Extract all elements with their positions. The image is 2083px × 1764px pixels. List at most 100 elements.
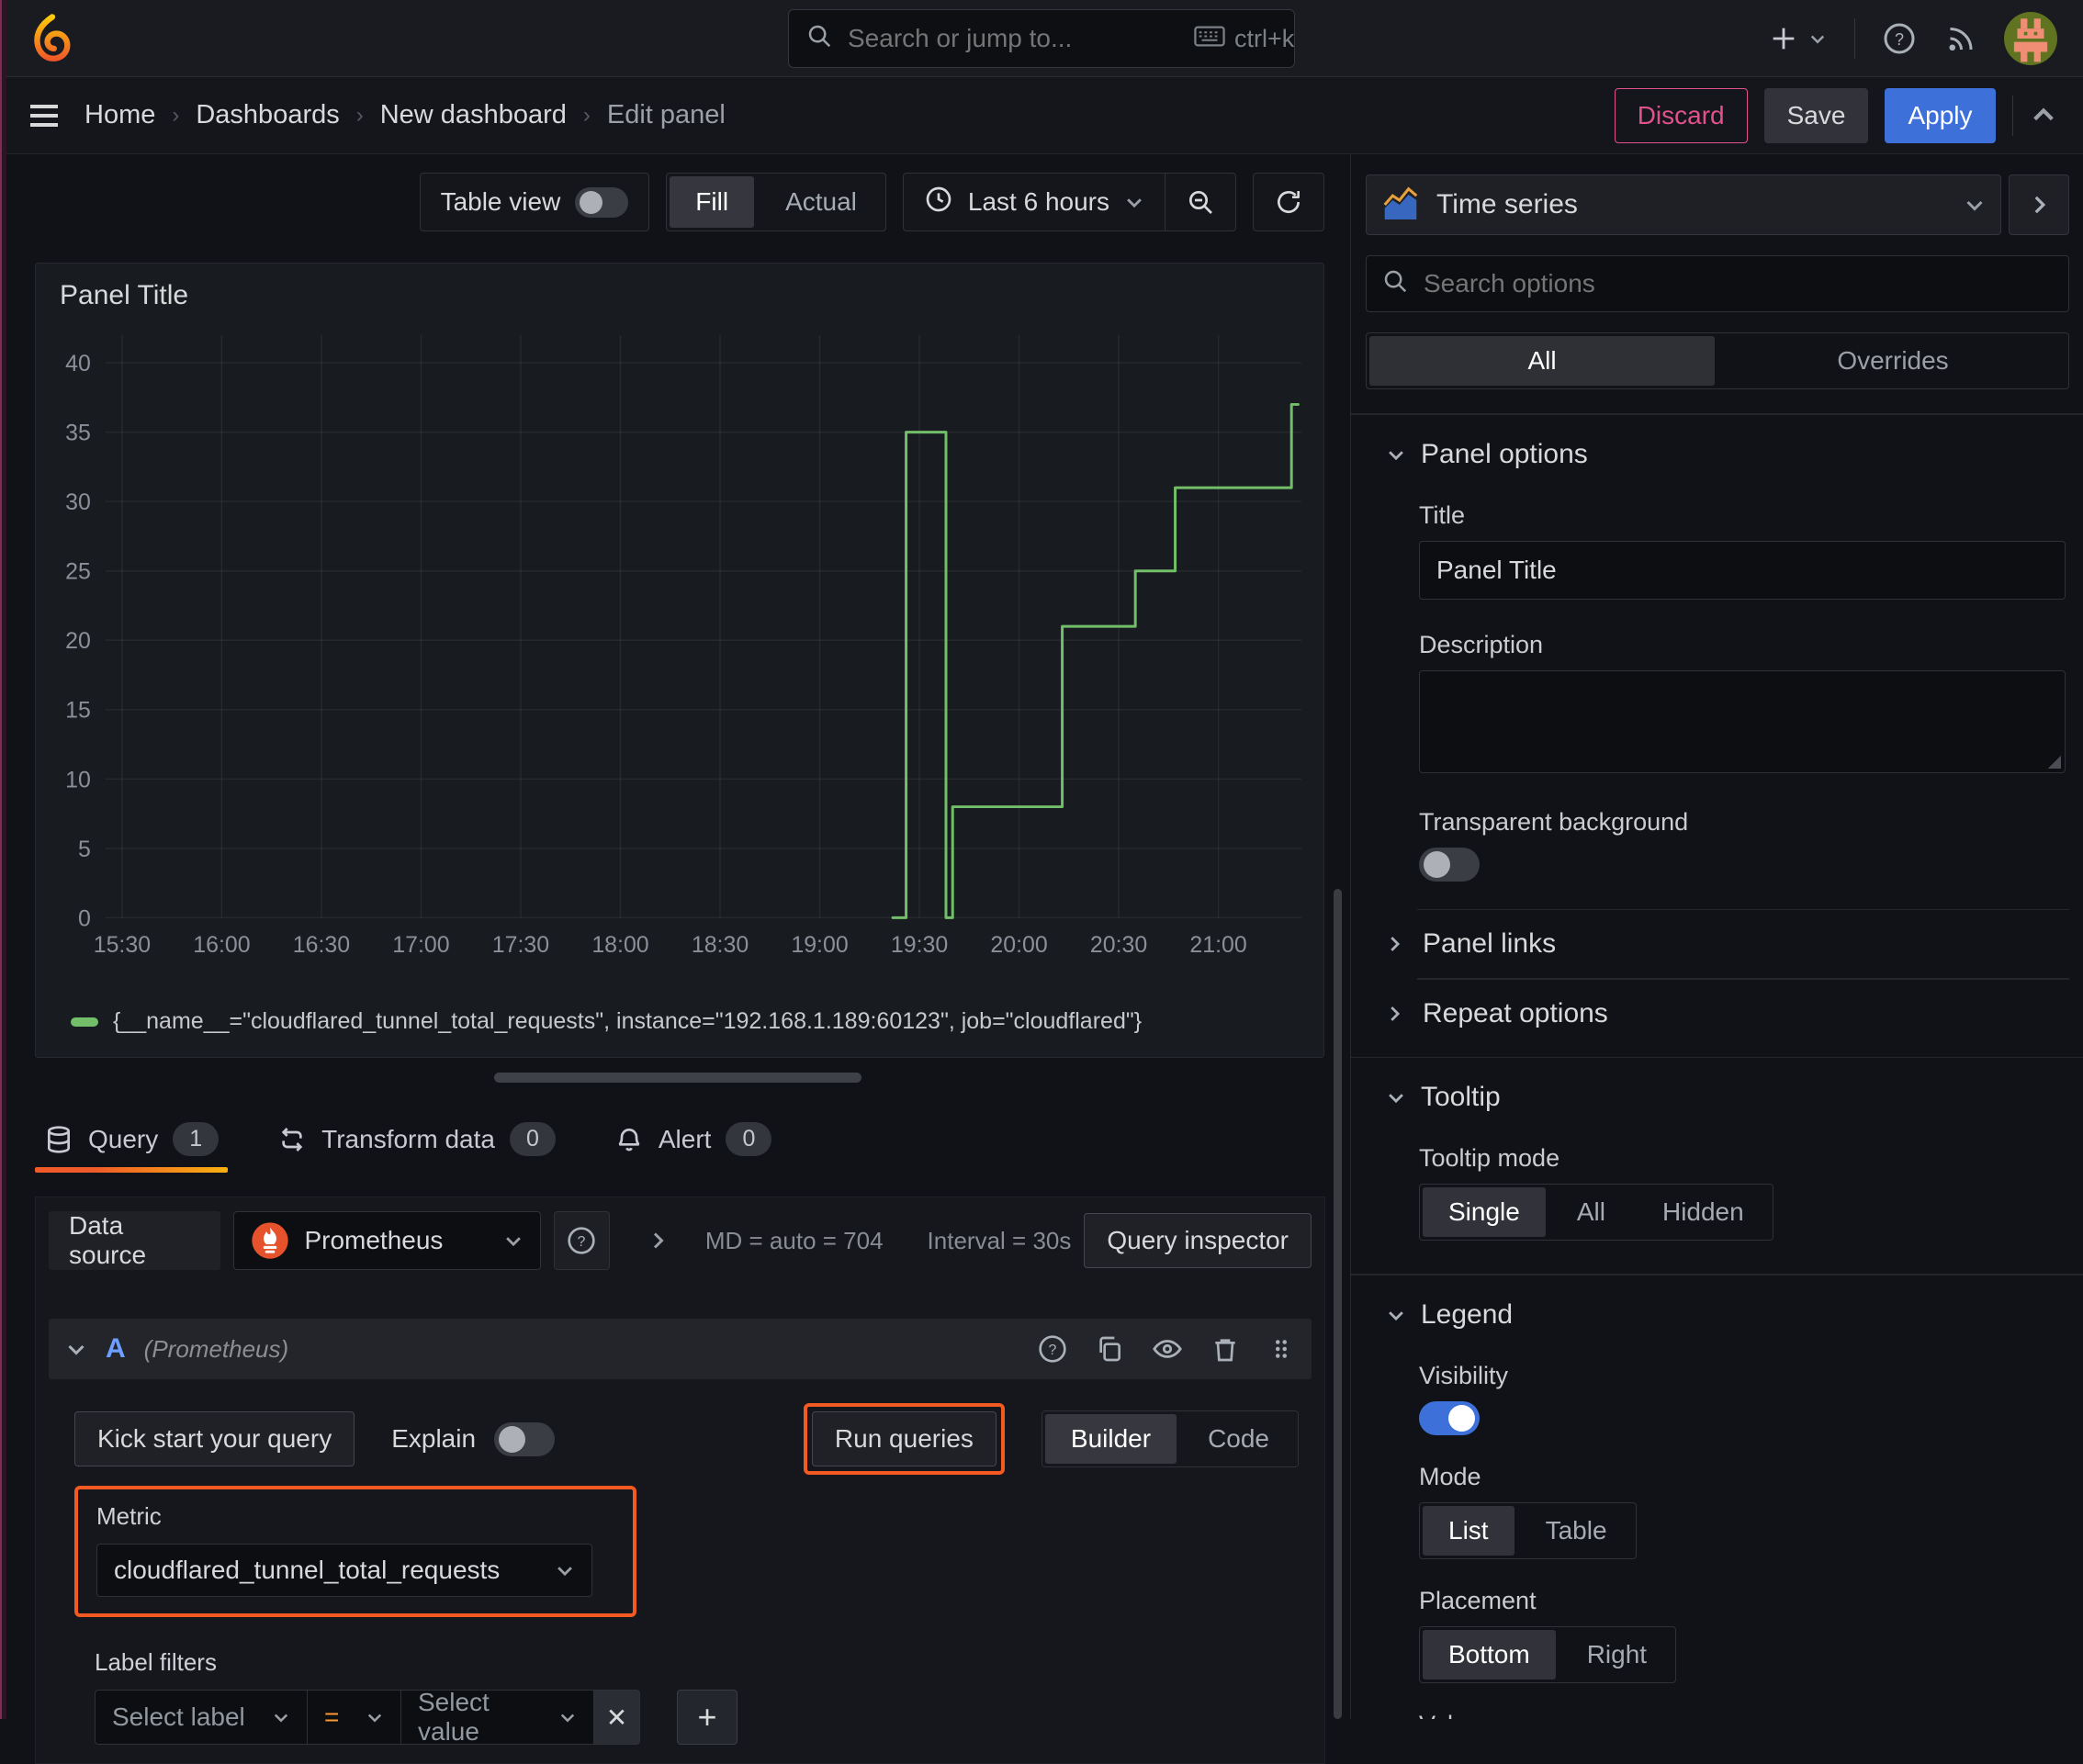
breadcrumb: Home › Dashboards › New dashboard › Edit…	[84, 100, 726, 130]
query-row-header[interactable]: A (Prometheus) ?	[49, 1319, 1312, 1379]
query-inspector-button[interactable]: Query inspector	[1084, 1213, 1312, 1268]
refresh-icon	[1278, 191, 1300, 213]
options-search[interactable]	[1366, 255, 2069, 312]
tooltip-all-option[interactable]: All	[1551, 1187, 1631, 1237]
legend-heading[interactable]: Legend	[1386, 1299, 2066, 1331]
tooltip-title: Tooltip	[1421, 1082, 1501, 1112]
svg-text:0: 0	[78, 906, 91, 931]
svg-text:?: ?	[1049, 1343, 1057, 1358]
chevron-up-icon[interactable]	[2030, 102, 2057, 129]
viz-suggestions-button[interactable]	[2009, 174, 2069, 235]
datasource-help-button[interactable]: ?	[553, 1211, 610, 1270]
hide-query-icon[interactable]	[1152, 1333, 1183, 1365]
legend-series-label[interactable]: {__name__="cloudflared_tunnel_total_requ…	[113, 1008, 1142, 1035]
time-series-chart[interactable]: 0 5 10 15 20 25 30 35 40 15:30 16:00 16:30 17:00 17:3…	[49, 324, 1312, 961]
panel-title-input[interactable]	[1419, 540, 2066, 600]
builder-option[interactable]: Builder	[1044, 1414, 1177, 1464]
repeat-options-section[interactable]: Repeat options	[1366, 980, 2069, 1048]
news-rss-icon[interactable]	[1943, 22, 1976, 55]
kick-start-button[interactable]: Kick start your query	[74, 1411, 355, 1466]
legend-bottom-option[interactable]: Bottom	[1423, 1629, 1556, 1680]
query-editor: Data source Prometheus ? MD = auto = 704…	[35, 1197, 1325, 1764]
tooltip-heading[interactable]: Tooltip	[1386, 1082, 2066, 1113]
search-input[interactable]	[846, 23, 1181, 54]
svg-text:30: 30	[65, 490, 91, 515]
time-range-picker[interactable]: Last 6 hours	[904, 174, 1165, 230]
legend-list-option[interactable]: List	[1423, 1505, 1514, 1556]
avatar[interactable]	[2004, 11, 2057, 65]
tab-alert[interactable]: Alert 0	[605, 1122, 781, 1173]
query-options-chevron-icon[interactable]	[647, 1230, 669, 1252]
metric-select[interactable]: cloudflared_tunnel_total_requests	[96, 1544, 592, 1597]
svg-text:16:30: 16:30	[293, 933, 350, 958]
collapse-chevron-icon[interactable]	[65, 1338, 87, 1360]
zoom-out-button[interactable]	[1165, 174, 1235, 230]
chevron-right-icon	[1391, 1006, 1401, 1021]
breadcrumb-home[interactable]: Home	[84, 100, 155, 130]
visualization-picker[interactable]: Time series	[1366, 174, 2001, 235]
code-option[interactable]: Code	[1182, 1414, 1295, 1464]
refresh-button[interactable]	[1254, 174, 1323, 230]
tab-query[interactable]: Query 1	[35, 1122, 229, 1173]
tooltip-single-option[interactable]: Single	[1423, 1187, 1546, 1237]
transparent-bg-toggle[interactable]	[1419, 847, 1480, 882]
fill-option[interactable]: Fill	[670, 176, 755, 228]
actions-divider	[2011, 95, 2013, 136]
chevron-down-icon	[1389, 1310, 1403, 1320]
run-queries-button[interactable]: Run queries	[811, 1411, 996, 1466]
legend-table-option[interactable]: Table	[1520, 1506, 1633, 1556]
chevron-down-icon	[560, 1713, 575, 1723]
new-menu-button[interactable]	[1768, 23, 1827, 54]
legend-series-marker	[71, 1017, 98, 1027]
chevron-down-icon	[557, 1567, 572, 1577]
panel-links-section[interactable]: Panel links	[1366, 910, 2069, 978]
chart-svg[interactable]: 0 5 10 15 20 25 30 35 40 15:30 16:00 16:30 17:00 17:3…	[49, 324, 1312, 961]
grafana-logo-icon[interactable]	[26, 12, 79, 65]
time-series-viz-icon	[1383, 186, 1418, 220]
delete-query-icon[interactable]	[1210, 1334, 1240, 1364]
duplicate-query-icon[interactable]	[1095, 1334, 1124, 1364]
description-textarea[interactable]	[1419, 669, 2066, 773]
drag-handle-icon[interactable]	[1267, 1335, 1295, 1363]
tab-transform[interactable]: Transform data 0	[268, 1122, 565, 1173]
svg-text:15:30: 15:30	[94, 933, 151, 958]
apply-button[interactable]: Apply	[1885, 87, 1996, 143]
operator-dropdown[interactable]: =	[308, 1690, 401, 1745]
save-button[interactable]: Save	[1763, 87, 1869, 143]
resize-corner[interactable]	[2046, 753, 2061, 769]
svg-text:17:30: 17:30	[492, 933, 549, 958]
actual-option[interactable]: Actual	[760, 176, 883, 228]
legend-right-option[interactable]: Right	[1561, 1630, 1672, 1680]
explain-toggle[interactable]	[494, 1421, 556, 1456]
chart-legend[interactable]: {__name__="cloudflared_tunnel_total_requ…	[71, 1008, 1142, 1035]
tab-alert-label: Alert	[658, 1124, 712, 1153]
datasource-picker[interactable]: Prometheus	[233, 1211, 541, 1270]
svg-text:?: ?	[1895, 29, 1904, 48]
select-value-dropdown[interactable]: Select value	[401, 1688, 594, 1746]
svg-text:25: 25	[65, 560, 91, 585]
clock-icon	[924, 185, 953, 220]
help-icon[interactable]: ?	[1883, 22, 1916, 55]
select-label-dropdown[interactable]: Select label	[95, 1690, 308, 1745]
breadcrumb-dashboards[interactable]: Dashboards	[196, 100, 339, 130]
panel-resize-handle[interactable]	[494, 1073, 861, 1083]
tab-all[interactable]: All	[1369, 336, 1715, 386]
legend-title: Legend	[1421, 1298, 1514, 1330]
options-sidebar: Time series All Overrides Panel options …	[1350, 154, 2083, 1719]
options-search-input[interactable]	[1422, 268, 2054, 299]
tooltip-hidden-option[interactable]: Hidden	[1637, 1187, 1770, 1237]
remove-filter-button[interactable]: ✕	[594, 1690, 640, 1745]
mega-menu-icon[interactable]	[26, 97, 62, 134]
global-search[interactable]: ctrl+k	[788, 9, 1295, 68]
breadcrumb-new-dashboard[interactable]: New dashboard	[380, 100, 567, 130]
chevron-down-icon	[274, 1713, 288, 1723]
query-help-icon[interactable]: ?	[1038, 1334, 1067, 1364]
panel-options-heading[interactable]: Panel options	[1386, 439, 2066, 470]
add-filter-button[interactable]: +	[677, 1690, 737, 1745]
legend-visibility-toggle[interactable]	[1419, 1400, 1480, 1435]
table-view-toggle[interactable]	[575, 186, 629, 218]
tab-transform-count: 0	[509, 1122, 556, 1156]
tab-overrides[interactable]: Overrides	[1720, 336, 2066, 386]
scrollbar-vertical[interactable]	[1334, 889, 1342, 1719]
discard-button[interactable]: Discard	[1614, 87, 1748, 143]
